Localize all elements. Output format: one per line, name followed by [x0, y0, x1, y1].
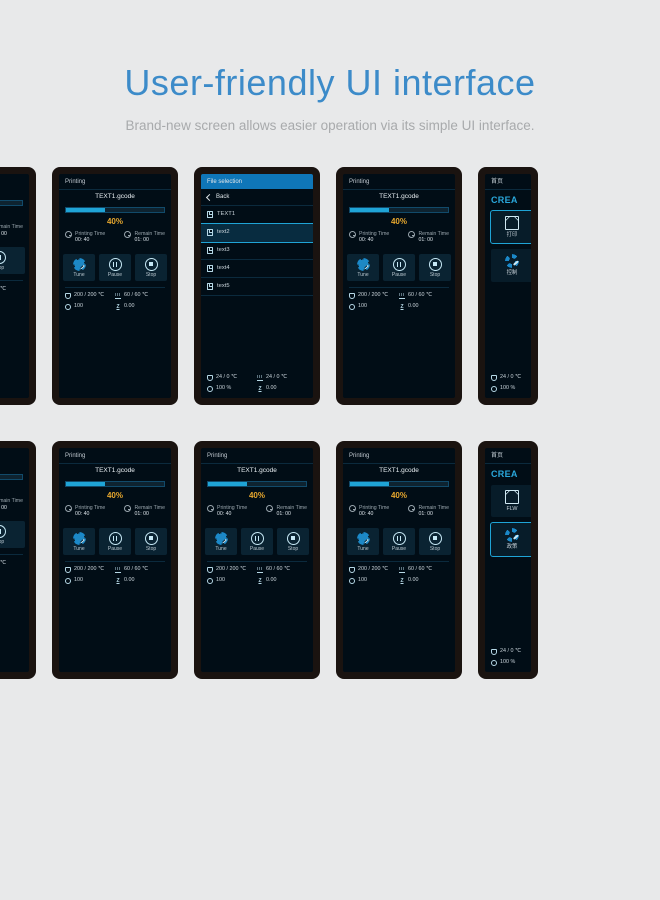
stop-button[interactable]: Stop — [277, 528, 309, 555]
pause-button[interactable]: Pause — [383, 528, 415, 555]
clock-icon — [124, 231, 131, 238]
printing-time: Printing Time00: 40 — [65, 231, 105, 244]
tune-button[interactable]: Tune — [63, 528, 95, 555]
tune-button[interactable]: Tune — [205, 528, 237, 555]
stop-button[interactable]: Stop — [419, 254, 451, 281]
z-icon: Z — [115, 304, 121, 310]
hero-title: User-friendly UI interface — [0, 62, 660, 104]
tune-button[interactable]: Tune — [63, 254, 95, 281]
stop-button[interactable]: Stop — [0, 521, 25, 548]
stop-icon — [145, 258, 158, 271]
printer-screen-files: File selection Back TEXT1 text2 text3 te… — [201, 174, 313, 398]
remain-time: Remain Time01: 00 — [124, 231, 165, 244]
home-tile-print[interactable]: 打印 — [491, 211, 531, 243]
cube-icon — [505, 216, 519, 230]
printer-screen-home: 首页 CREA 打印 控制 24 / 0 ℃ 100 % — [485, 174, 531, 398]
phone-mockup: Printing TEXT1.gcode 40% Printing Time00… — [52, 167, 178, 405]
phone-gallery: 0% Remain Time 01: 00 ause Stop — [0, 167, 660, 679]
fan-speed: 100 — [65, 304, 115, 310]
nozzle-temp: 24 / 0 ℃ — [207, 375, 257, 381]
bed-temp: 24 / 0 ℃ — [257, 375, 307, 381]
screen-header: File selection — [201, 174, 313, 189]
nozzle-icon — [65, 293, 71, 299]
phone-mockup: 首页 CREA 打印 控制 24 / 0 ℃ 100 % — [478, 167, 538, 405]
file-icon — [207, 265, 213, 272]
back-arrow-icon — [206, 193, 213, 200]
progress-bar — [59, 207, 171, 213]
file-icon — [207, 211, 213, 218]
gallery-row-2: 0% Remain Time01: 00 ause Stop 60 / 60 ℃… — [0, 441, 660, 679]
home-tile-control[interactable]: 控制 — [491, 249, 531, 281]
phone-mockup: Printing TEXT1.gcode 40% Printing Time00… — [336, 167, 462, 405]
home-tile-print[interactable]: FLW — [491, 485, 531, 517]
printer-screen-partial: 0% Remain Time 01: 00 ause Stop — [0, 174, 29, 398]
home-tile-settings[interactable]: 政策 — [491, 523, 531, 555]
phone-mockup: Printing TEXT1.gcode 40% Printing Time00… — [52, 441, 178, 679]
pause-button[interactable]: Pause — [99, 254, 131, 281]
file-icon — [207, 283, 213, 290]
file-item[interactable]: text5 — [201, 278, 313, 296]
screen-header: Printing — [59, 174, 171, 190]
pause-button[interactable]: Pause — [99, 528, 131, 555]
fan-speed: 100 % — [207, 386, 257, 392]
phone-mockup: Printing TEXT1.gcode 40% Printing Time00… — [194, 441, 320, 679]
nozzle-temp: 24 / 0 ℃ — [491, 375, 525, 381]
progress-percent: 0% — [0, 206, 29, 224]
file-item[interactable]: text2 — [201, 224, 313, 242]
pause-icon — [109, 258, 122, 271]
phone-mockup: File selection Back TEXT1 text2 text3 te… — [194, 167, 320, 405]
stop-button[interactable]: Stop — [419, 528, 451, 555]
bed-icon — [115, 293, 121, 299]
file-item[interactable]: text3 — [201, 242, 313, 260]
file-icon — [207, 247, 213, 254]
clock-icon — [65, 231, 72, 238]
nozzle-temp: 200 / 200 ℃ — [65, 293, 115, 299]
gear-icon — [505, 254, 519, 268]
file-icon — [207, 229, 213, 236]
phone-mockup: 首页 CREA FLW 政策 24 / 0 ℃ 100 % — [478, 441, 538, 679]
current-file: TEXT1.gcode — [59, 190, 171, 207]
file-item[interactable]: TEXT1 — [201, 206, 313, 224]
tune-button[interactable]: Tune — [347, 528, 379, 555]
fan-icon — [65, 304, 71, 310]
pause-button[interactable]: Pause — [241, 528, 273, 555]
gallery-row-1: 0% Remain Time 01: 00 ause Stop — [0, 167, 660, 405]
fan-speed: 100 % — [491, 386, 525, 392]
pause-button[interactable]: Pause — [383, 254, 415, 281]
stop-button[interactable]: Stop — [135, 528, 167, 555]
remain-time-value: 01: 00 — [0, 231, 7, 237]
z-height: Z0.00 — [0, 298, 23, 304]
phone-mockup: 0% Remain Time01: 00 ause Stop 60 / 60 ℃… — [0, 441, 36, 679]
bed-temp: 60 / 60 ℃ — [0, 287, 23, 293]
z-height: Z0.00 — [257, 386, 307, 392]
phone-mockup: 0% Remain Time 01: 00 ause Stop — [0, 167, 36, 405]
stop-button[interactable]: Stop — [0, 247, 25, 274]
file-item[interactable]: text4 — [201, 260, 313, 278]
tune-button[interactable]: Tune — [347, 254, 379, 281]
brand-logo: CREA — [485, 190, 531, 211]
hero-section: User-friendly UI interface Brand-new scr… — [0, 0, 660, 167]
bed-temp: 60 / 60 ℃ — [115, 293, 165, 299]
gear-icon — [73, 258, 86, 271]
progress-percent: 40% — [59, 213, 171, 231]
remain-time-label: Remain Time — [0, 224, 23, 230]
hero-subtitle: Brand-new screen allows easier operation… — [0, 118, 660, 133]
z-height: Z0.00 — [115, 304, 165, 310]
stop-button[interactable]: Stop — [135, 254, 167, 281]
printer-screen-printing: Printing TEXT1.gcode 40% Printing Time00… — [343, 174, 455, 398]
printer-screen-printing: Printing TEXT1.gcode 40% Printing Time00… — [59, 174, 171, 398]
phone-mockup: Printing TEXT1.gcode 40% Printing Time00… — [336, 441, 462, 679]
back-button[interactable]: Back — [201, 189, 313, 206]
